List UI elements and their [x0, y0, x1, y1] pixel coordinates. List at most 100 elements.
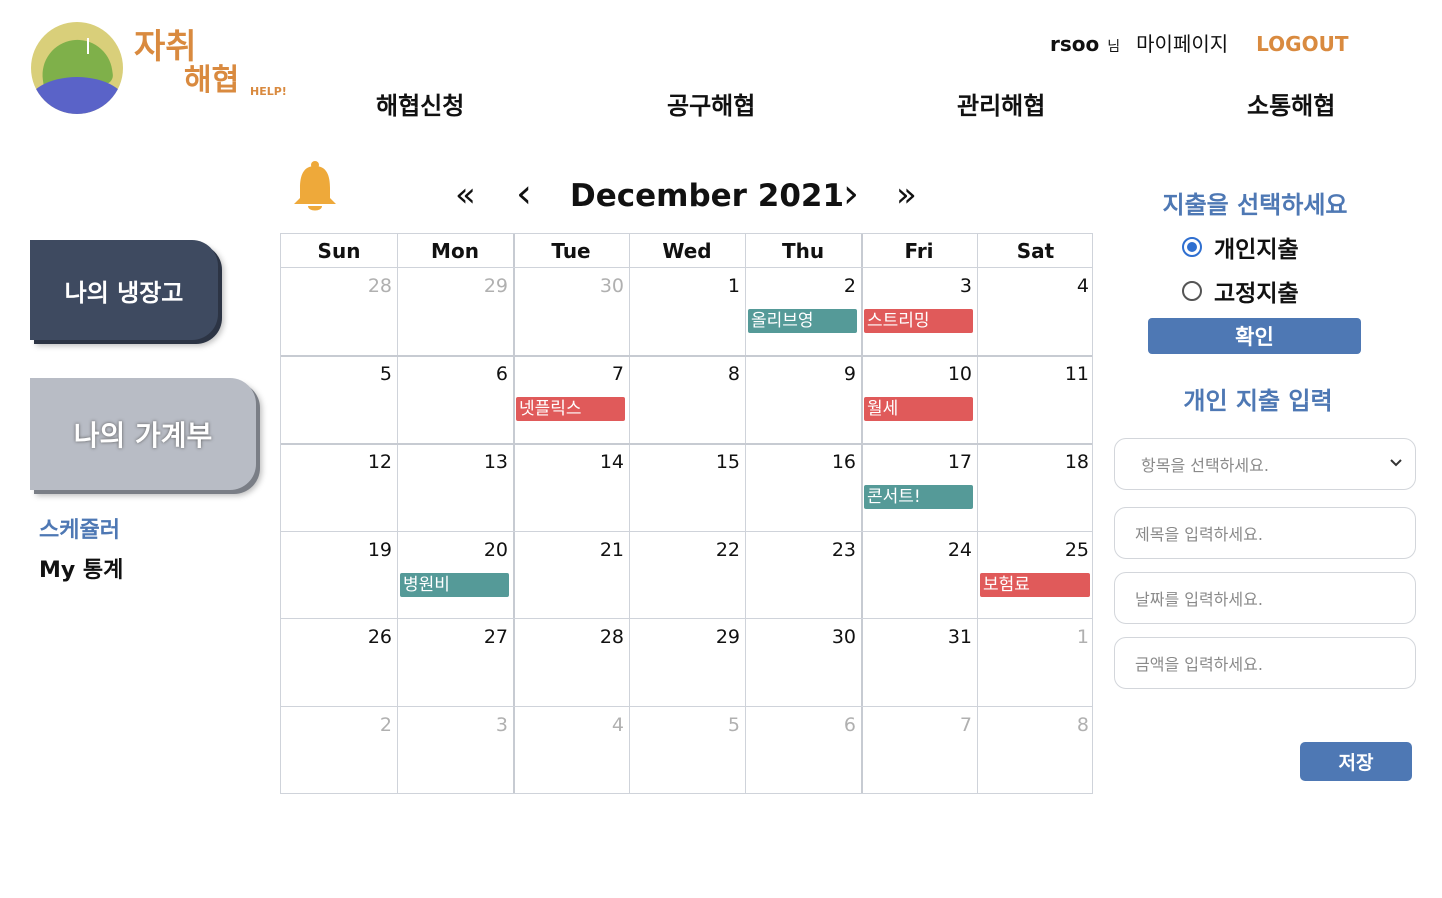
calendar-day-cell[interactable]: 27: [397, 618, 513, 706]
sidebar-scheduler-link[interactable]: 스케쥴러: [39, 512, 120, 544]
calendar-day-cell[interactable]: 13: [397, 443, 513, 531]
day-number: 12: [367, 451, 392, 473]
calendar-day-cell[interactable]: 28: [281, 267, 397, 355]
calendar-day-cell[interactable]: 12: [281, 443, 397, 531]
nav-community[interactable]: 소통해협: [1247, 86, 1335, 121]
radio-personal-circle[interactable]: [1182, 237, 1202, 257]
calendar-day-cell[interactable]: 31: [861, 618, 977, 706]
next-year-button[interactable]: »: [896, 178, 917, 212]
calendar-event[interactable]: 보험료: [980, 573, 1090, 597]
day-number: 2: [843, 275, 856, 297]
day-number: 18: [1064, 451, 1089, 473]
calendar-day-cell[interactable]: 5: [629, 706, 745, 793]
save-button[interactable]: 저장: [1300, 742, 1412, 781]
calendar-day-cell[interactable]: 19: [281, 531, 397, 618]
prev-month-button[interactable]: ‹: [516, 174, 532, 214]
calendar-event[interactable]: 월세: [864, 397, 973, 421]
calendar-day-cell[interactable]: 7 넷플릭스: [513, 355, 629, 443]
calendar-day-cell[interactable]: 18: [977, 443, 1094, 531]
calendar-day-cell[interactable]: 4: [977, 267, 1094, 355]
sidebar-ledger-button[interactable]: 나의 가계부: [30, 378, 256, 490]
calendar-day-cell[interactable]: 30: [745, 618, 861, 706]
confirm-button[interactable]: 확인: [1148, 318, 1361, 354]
date-input-placeholder: 날짜를 입력하세요.: [1135, 590, 1263, 609]
calendar-day-cell[interactable]: 28: [513, 618, 629, 706]
bell-icon[interactable]: [292, 160, 338, 214]
calendar-day-cell[interactable]: 4: [513, 706, 629, 793]
calendar-event[interactable]: 콘서트!: [864, 485, 973, 509]
mypage-link[interactable]: 마이페이지: [1136, 28, 1228, 57]
calendar-day-cell[interactable]: 29: [629, 618, 745, 706]
calendar-day-cell[interactable]: 20 병원비: [397, 531, 513, 618]
calendar-day-cell[interactable]: 24: [861, 531, 977, 618]
calendar-day-cell[interactable]: 3: [397, 706, 513, 793]
day-number: 15: [715, 451, 740, 473]
logo-emblem[interactable]: [31, 22, 123, 114]
calendar-day-cell[interactable]: 3 스트리밍: [861, 267, 977, 355]
calendar-event[interactable]: 올리브영: [748, 309, 857, 333]
nav-apply[interactable]: 해협신청: [376, 86, 464, 121]
amount-input[interactable]: 금액을 입력하세요.: [1114, 637, 1416, 689]
category-select[interactable]: 항목을 선택하세요.: [1114, 438, 1416, 490]
calendar-day-cell[interactable]: 26: [281, 618, 397, 706]
calendar-day-cell[interactable]: 10 월세: [861, 355, 977, 443]
title-input[interactable]: 제목을 입력하세요.: [1114, 507, 1416, 559]
calendar-day-cell[interactable]: 17 콘서트!: [861, 443, 977, 531]
calendar-day-cell[interactable]: 29: [397, 267, 513, 355]
calendar-day-cell[interactable]: 8: [629, 355, 745, 443]
calendar-day-cell[interactable]: 14: [513, 443, 629, 531]
day-number: 28: [367, 275, 392, 297]
nav-group-buy[interactable]: 공구해협: [667, 86, 755, 121]
radio-fixed[interactable]: 고정지출: [1182, 274, 1299, 308]
calendar-day-cell[interactable]: 1: [629, 267, 745, 355]
calendar-day-cell[interactable]: 15: [629, 443, 745, 531]
calendar-day-cell[interactable]: 23: [745, 531, 861, 618]
calendar-day-cell[interactable]: 30: [513, 267, 629, 355]
calendar-event[interactable]: 넷플릭스: [516, 397, 625, 421]
day-number: 6: [843, 714, 856, 736]
calendar-day-cell[interactable]: 22: [629, 531, 745, 618]
date-input[interactable]: 날짜를 입력하세요.: [1114, 572, 1416, 624]
calendar-day-cell[interactable]: 6: [745, 706, 861, 793]
calendar-day-cell[interactable]: 6: [397, 355, 513, 443]
form-title: 개인 지출 입력: [1183, 387, 1333, 415]
calendar-day-cell[interactable]: 8: [977, 706, 1094, 793]
day-number: 3: [959, 275, 972, 297]
weekday-header: Sat: [1016, 238, 1055, 263]
radio-personal[interactable]: 개인지출: [1182, 230, 1299, 264]
day-number: 24: [947, 539, 972, 561]
day-number: 7: [959, 714, 972, 736]
nav-manage[interactable]: 관리해협: [957, 86, 1045, 121]
calendar-day-cell[interactable]: 5: [281, 355, 397, 443]
calendar-day-cell[interactable]: 16: [745, 443, 861, 531]
calendar-day-cell[interactable]: 7: [861, 706, 977, 793]
next-month-button[interactable]: ›: [843, 174, 859, 214]
day-number: 7: [611, 363, 624, 385]
prev-year-button[interactable]: «: [455, 178, 476, 212]
expense-type-title: 지출을 선택하세요: [1162, 191, 1348, 219]
logout-link[interactable]: LOGOUT: [1256, 32, 1348, 56]
username: rsoo: [1050, 32, 1100, 56]
calendar-day-cell[interactable]: 1: [977, 618, 1094, 706]
calendar-event[interactable]: 병원비: [400, 573, 509, 597]
calendar-event[interactable]: 스트리밍: [864, 309, 973, 333]
calendar-day-cell[interactable]: 9: [745, 355, 861, 443]
calendar-day-cell[interactable]: 21: [513, 531, 629, 618]
calendar-title: December 2021: [570, 178, 845, 214]
day-number: 5: [379, 363, 392, 385]
weekday-header: Mon: [431, 238, 479, 263]
day-number: 2: [379, 714, 392, 736]
logo-flag: [87, 38, 89, 54]
calendar-day-cell[interactable]: 2 올리브영: [745, 267, 861, 355]
sidebar-fridge-button[interactable]: 나의 냉장고: [30, 240, 218, 340]
day-number: 13: [483, 451, 508, 473]
day-number: 31: [947, 626, 972, 648]
calendar-day-cell[interactable]: 2: [281, 706, 397, 793]
calendar-day-cell[interactable]: 11: [977, 355, 1094, 443]
sidebar-stats-link[interactable]: My 통계: [39, 552, 123, 584]
calendar-day-cell[interactable]: 25 보험료: [977, 531, 1094, 618]
radio-fixed-circle[interactable]: [1182, 281, 1202, 301]
day-number: 26: [367, 626, 392, 648]
day-number: 25: [1064, 539, 1089, 561]
day-number: 11: [1064, 363, 1089, 385]
